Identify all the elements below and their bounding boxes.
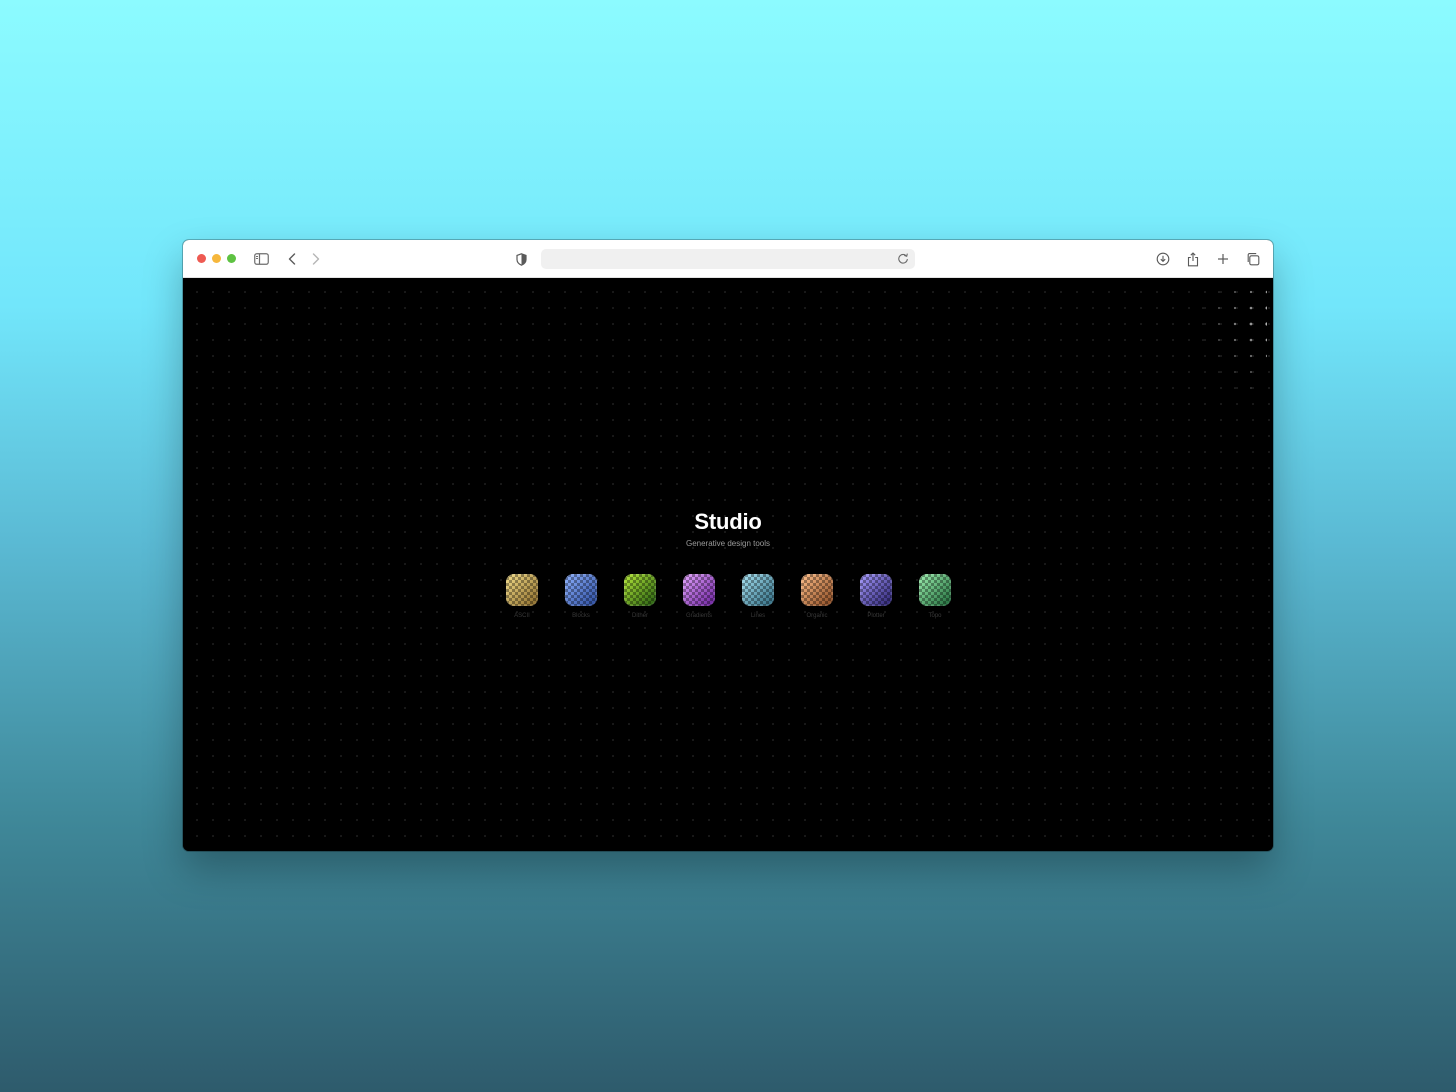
tool-label: Gradients (685, 613, 712, 619)
minimize-window-button[interactable] (212, 254, 221, 263)
hero-header: Studio Generative design tools (183, 508, 1273, 550)
page-title: Studio (694, 509, 762, 534)
browser-toolbar (183, 240, 1273, 278)
tool-ascii[interactable]: ASCII (506, 574, 538, 624)
tool-label: Dither (631, 613, 648, 619)
plus-icon[interactable] (1213, 249, 1233, 269)
tool-label: Topo (928, 613, 942, 619)
reload-icon[interactable] (896, 252, 910, 266)
gradients-tool-icon (683, 574, 715, 606)
page-subtitle: Generative design tools (685, 539, 771, 548)
tool-lines[interactable]: Lines (742, 574, 774, 624)
organic-tool-icon (801, 574, 833, 606)
tool-organic[interactable]: Organic (801, 574, 833, 624)
zoom-window-button[interactable] (227, 254, 236, 263)
tool-list: ASCII Blocks Dither Gradients Lines Orga… (506, 574, 956, 624)
tool-blocks[interactable]: Blocks (565, 574, 597, 624)
blocks-tool-icon (565, 574, 597, 606)
address-bar[interactable] (541, 249, 915, 269)
chevron-right-icon[interactable] (306, 249, 326, 269)
tool-label: Organic (806, 613, 828, 619)
dither-tool-icon (624, 574, 656, 606)
tool-label: ASCII (514, 613, 530, 619)
download-icon[interactable] (1153, 249, 1173, 269)
browser-window: Studio Generative design tools ASCII Blo… (183, 240, 1273, 851)
tool-label: Lines (750, 613, 766, 619)
page-canvas: Studio Generative design tools ASCII Blo… (183, 278, 1273, 851)
shield-icon[interactable] (511, 249, 531, 269)
chevron-left-icon[interactable] (282, 249, 302, 269)
lines-tool-icon (742, 574, 774, 606)
share-icon[interactable] (1183, 249, 1203, 269)
ascii-tool-icon (506, 574, 538, 606)
tool-label: Plotter (867, 613, 885, 619)
tool-dither[interactable]: Dither (624, 574, 656, 624)
corner-dot-pattern (1202, 290, 1267, 389)
close-window-button[interactable] (197, 254, 206, 263)
topo-tool-icon (919, 574, 951, 606)
tool-gradients[interactable]: Gradients (683, 574, 715, 624)
plotter-tool-icon (860, 574, 892, 606)
tab-overview-icon[interactable] (1243, 249, 1263, 269)
tool-topo[interactable]: Topo (919, 574, 951, 624)
tool-plotter[interactable]: Plotter (860, 574, 892, 624)
sidebar-icon[interactable] (251, 249, 271, 269)
tool-label: Blocks (572, 613, 590, 619)
